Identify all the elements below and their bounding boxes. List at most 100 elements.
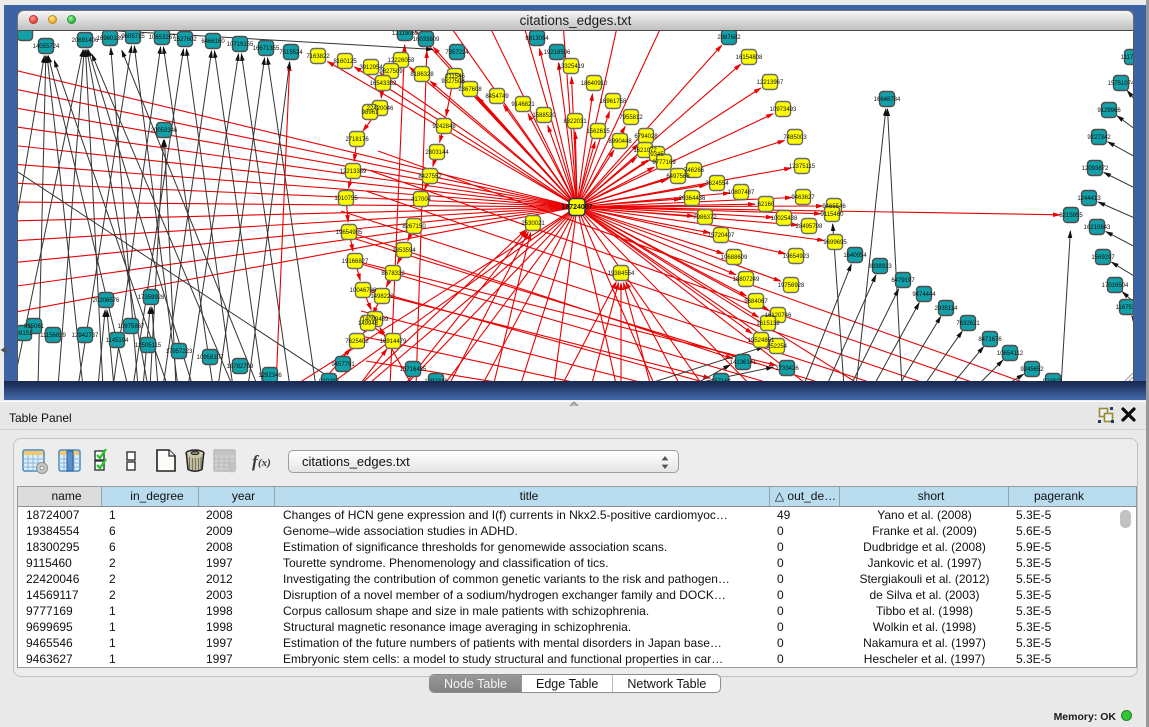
svg-text:19654923: 19654923 bbox=[783, 254, 810, 260]
svg-text:8186328: 8186328 bbox=[410, 72, 434, 78]
svg-text:2530021: 2530021 bbox=[521, 221, 545, 227]
svg-text:1167533: 1167533 bbox=[1116, 305, 1134, 311]
svg-text:10654112: 10654112 bbox=[997, 351, 1024, 357]
svg-text:16671355: 16671355 bbox=[253, 46, 280, 52]
svg-text:1569297: 1569297 bbox=[1091, 255, 1115, 261]
svg-text:6497568: 6497568 bbox=[666, 174, 690, 180]
svg-text:19218506: 19218506 bbox=[544, 50, 571, 56]
svg-text:252254: 252254 bbox=[767, 344, 788, 350]
svg-text:3624554: 3624554 bbox=[705, 181, 729, 187]
svg-text:15720407: 15720407 bbox=[708, 233, 735, 239]
svg-text:9146821: 9146821 bbox=[511, 102, 535, 108]
svg-text:9699695: 9699695 bbox=[823, 240, 847, 246]
svg-text:15716485: 15716485 bbox=[400, 367, 427, 373]
svg-text:1562615: 1562615 bbox=[586, 129, 610, 135]
svg-text:16914479: 16914479 bbox=[380, 339, 407, 345]
svg-text:9457791: 9457791 bbox=[331, 362, 355, 368]
svg-text:10975867: 10975867 bbox=[118, 324, 145, 330]
svg-text:14055724: 14055724 bbox=[33, 44, 60, 50]
svg-text:19756928: 19756928 bbox=[778, 283, 805, 289]
svg-text:9684067: 9684067 bbox=[744, 299, 768, 305]
svg-text:1588520: 1588520 bbox=[532, 113, 556, 119]
svg-text:9827509: 9827509 bbox=[379, 69, 403, 75]
svg-text:149948: 149948 bbox=[358, 321, 379, 327]
svg-text:1244413: 1244413 bbox=[1077, 196, 1101, 202]
svg-text:98961: 98961 bbox=[362, 110, 379, 116]
svg-text:1353594: 1353594 bbox=[392, 248, 416, 254]
svg-text:10807487: 10807487 bbox=[728, 190, 755, 196]
svg-text:16033809: 16033809 bbox=[413, 37, 440, 43]
svg-text:1733426: 1733426 bbox=[775, 366, 799, 372]
svg-text:7515524: 7515524 bbox=[279, 50, 303, 56]
svg-text:20364436: 20364436 bbox=[679, 196, 706, 202]
svg-text:1010755: 1010755 bbox=[334, 196, 358, 202]
svg-text:8427552: 8427552 bbox=[418, 174, 442, 180]
svg-text:9474444: 9474444 bbox=[912, 292, 936, 298]
svg-text:39151: 39151 bbox=[18, 331, 33, 337]
svg-text:7986372: 7986372 bbox=[693, 215, 717, 221]
svg-text:12093872: 12093872 bbox=[1082, 166, 1109, 172]
svg-text:10719155: 10719155 bbox=[227, 42, 254, 48]
svg-text:16210643: 16210643 bbox=[1084, 225, 1111, 231]
svg-text:28495798: 28495798 bbox=[796, 224, 823, 230]
svg-text:8990448: 8990448 bbox=[608, 139, 632, 145]
svg-text:1145194: 1145194 bbox=[106, 338, 130, 344]
svg-text:8160125: 8160125 bbox=[333, 59, 357, 65]
svg-text:9777169: 9777169 bbox=[652, 160, 676, 166]
svg-text:16648784: 16648784 bbox=[874, 97, 901, 103]
svg-text:8678332: 8678332 bbox=[381, 271, 405, 277]
svg-text:62160: 62160 bbox=[758, 202, 775, 208]
svg-text:1292346: 1292346 bbox=[258, 373, 282, 379]
svg-text:8813054: 8813054 bbox=[525, 36, 549, 42]
svg-text:19384554: 19384554 bbox=[608, 271, 635, 277]
svg-text:16154808: 16154808 bbox=[736, 55, 763, 61]
svg-text:10025438: 10025438 bbox=[771, 216, 798, 222]
svg-text:1615132: 1615132 bbox=[756, 321, 780, 327]
svg-text:12375115: 12375115 bbox=[789, 164, 816, 170]
svg-text:16961758: 16961758 bbox=[600, 99, 627, 105]
svg-text:12942737: 12942737 bbox=[72, 333, 99, 339]
svg-text:9115460: 9115460 bbox=[821, 212, 845, 218]
svg-text:13325419: 13325419 bbox=[558, 64, 585, 70]
svg-text:9463627: 9463627 bbox=[791, 195, 815, 201]
svg-text:16543362: 16543362 bbox=[370, 81, 397, 87]
svg-text:8454749: 8454749 bbox=[485, 94, 509, 100]
svg-text:7163822: 7163822 bbox=[306, 54, 330, 60]
svg-text:1117533: 1117533 bbox=[1121, 55, 1134, 61]
svg-text:1640954: 1640954 bbox=[843, 253, 867, 259]
svg-text:1527602: 1527602 bbox=[173, 37, 197, 43]
svg-text:10958107: 10958107 bbox=[197, 355, 224, 361]
svg-text:19654985: 19654985 bbox=[336, 230, 363, 236]
svg-text:7625402: 7625402 bbox=[345, 339, 369, 345]
svg-text:17016504: 17016504 bbox=[1102, 283, 1129, 289]
svg-text:9129966: 9129966 bbox=[1097, 108, 1121, 114]
svg-text:8471676: 8471676 bbox=[978, 337, 1002, 343]
svg-text:18807249: 18807249 bbox=[733, 277, 760, 283]
svg-text:(x): (x) bbox=[258, 457, 271, 469]
svg-text:9227342: 9227342 bbox=[1087, 135, 1111, 141]
svg-text:15751074: 15751074 bbox=[1108, 81, 1134, 87]
svg-text:7955812: 7955812 bbox=[619, 115, 643, 121]
svg-text:6466160: 6466160 bbox=[201, 39, 225, 45]
svg-text:9327508: 9327508 bbox=[441, 79, 465, 85]
svg-text:8322031: 8322031 bbox=[563, 119, 587, 125]
svg-text:935061: 935061 bbox=[24, 324, 45, 330]
svg-text:19166827: 19166827 bbox=[342, 259, 369, 265]
svg-text:11156829: 11156829 bbox=[40, 333, 66, 339]
svg-text:2367608: 2367608 bbox=[458, 87, 482, 93]
svg-text:20053346: 20053346 bbox=[151, 128, 178, 134]
svg-text:18640910: 18640910 bbox=[581, 81, 608, 87]
svg-text:16120746: 16120746 bbox=[765, 313, 792, 319]
svg-text:746266: 746266 bbox=[684, 168, 705, 174]
svg-text:12226058: 12226058 bbox=[388, 58, 415, 64]
svg-text:12505115: 12505115 bbox=[135, 343, 162, 349]
svg-text:16960139: 16960139 bbox=[97, 36, 124, 42]
svg-text:20206576: 20206576 bbox=[93, 298, 120, 304]
svg-text:8267150: 8267150 bbox=[402, 224, 426, 230]
svg-text:2935114: 2935114 bbox=[935, 306, 959, 312]
svg-text:7632621: 7632621 bbox=[956, 321, 980, 327]
svg-text:17957223: 17957223 bbox=[166, 349, 193, 355]
svg-text:12213967: 12213967 bbox=[757, 80, 784, 86]
svg-text:1498222: 1498222 bbox=[370, 294, 394, 300]
svg-text:9245652: 9245652 bbox=[1020, 367, 1044, 373]
